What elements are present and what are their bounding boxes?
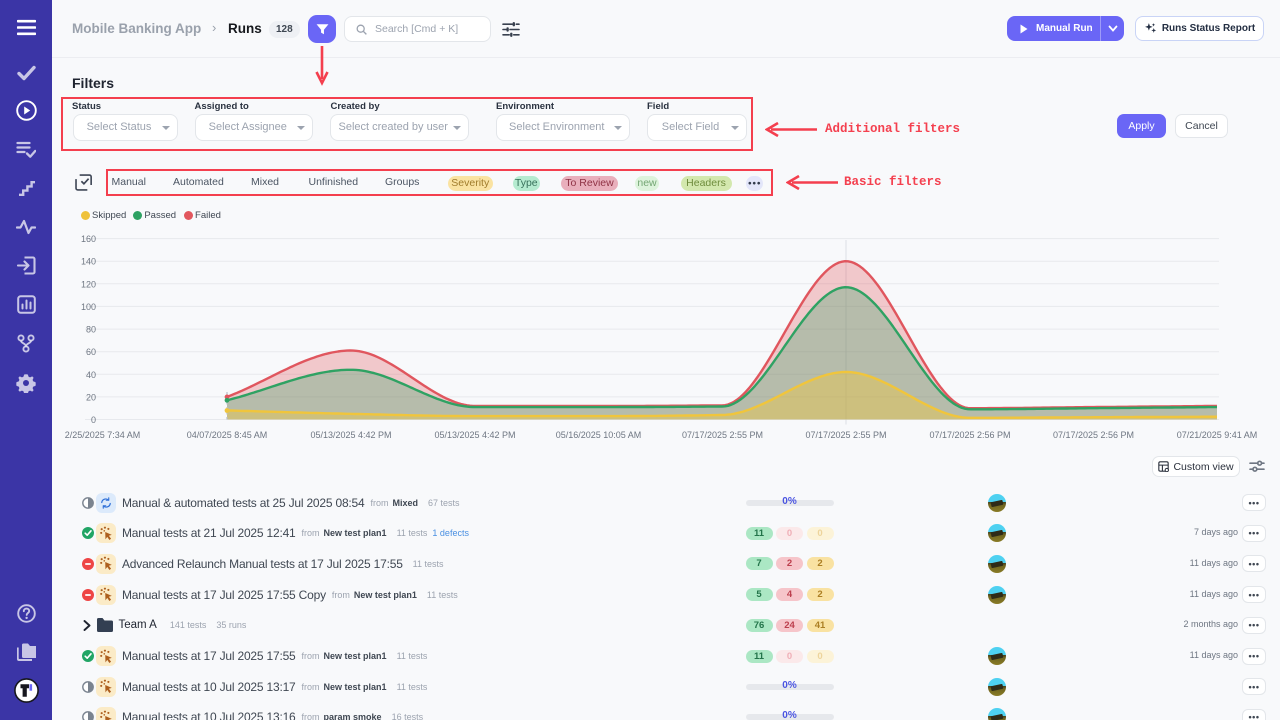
svg-text:2/25/2025 7:34 AM: 2/25/2025 7:34 AM bbox=[65, 430, 141, 440]
svg-text:07/17/2025 2:55 PM: 07/17/2025 2:55 PM bbox=[805, 430, 886, 440]
svg-text:100: 100 bbox=[81, 302, 96, 312]
svg-text:40: 40 bbox=[86, 370, 96, 380]
svg-text:05/13/2025 4:42 PM: 05/13/2025 4:42 PM bbox=[434, 430, 515, 440]
svg-text:0: 0 bbox=[91, 415, 96, 425]
svg-text:120: 120 bbox=[81, 279, 96, 289]
svg-text:160: 160 bbox=[81, 234, 96, 244]
svg-text:07/17/2025 2:56 PM: 07/17/2025 2:56 PM bbox=[929, 430, 1010, 440]
svg-text:05/16/2025 10:05 AM: 05/16/2025 10:05 AM bbox=[556, 430, 642, 440]
svg-text:07/17/2025 2:55 PM: 07/17/2025 2:55 PM bbox=[682, 430, 763, 440]
svg-text:60: 60 bbox=[86, 347, 96, 357]
svg-text:140: 140 bbox=[81, 257, 96, 267]
svg-text:20: 20 bbox=[86, 392, 96, 402]
svg-text:04/07/2025 8:45 AM: 04/07/2025 8:45 AM bbox=[187, 430, 268, 440]
svg-text:07/21/2025 9:41 AM: 07/21/2025 9:41 AM bbox=[1177, 430, 1258, 440]
svg-text:07/17/2025 2:56 PM: 07/17/2025 2:56 PM bbox=[1053, 430, 1134, 440]
svg-text:80: 80 bbox=[86, 325, 96, 335]
svg-text:05/13/2025 4:42 PM: 05/13/2025 4:42 PM bbox=[310, 430, 391, 440]
